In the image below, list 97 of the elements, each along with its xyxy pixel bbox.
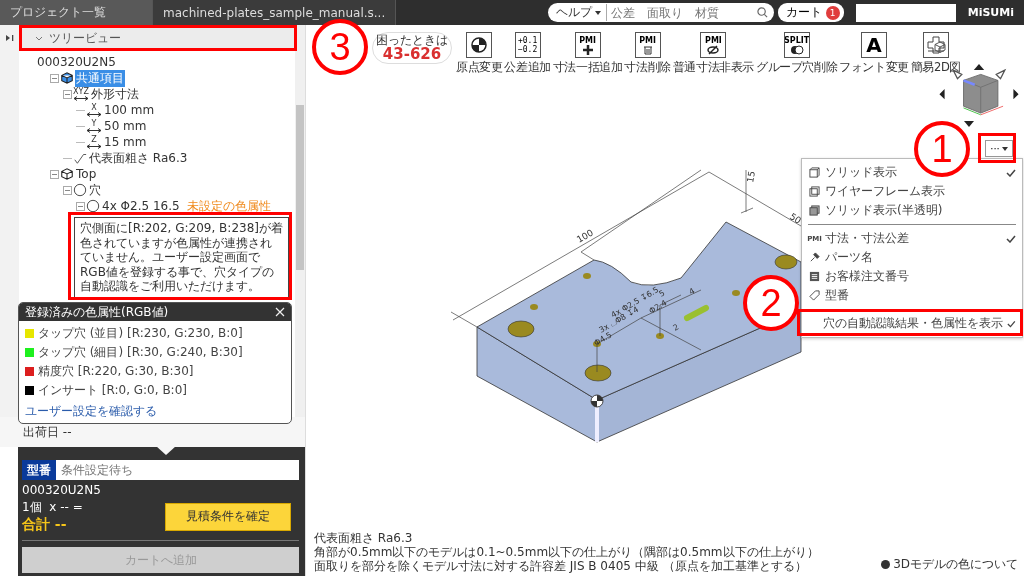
toolbar-button[interactable]: PMI 寸法一括追加 — [552, 32, 623, 75]
hole-annotation: Φ2.4 — [647, 298, 669, 316]
note-text: 代表面粗さ Ra6.3 — [314, 531, 414, 545]
toolbar-button[interactable]: PMI 普通寸法非表示 — [672, 32, 755, 75]
translucent-cube-icon — [809, 205, 820, 216]
overlapping-circles-icon — [789, 44, 804, 55]
pin-icon — [809, 252, 820, 263]
circle-icon — [73, 183, 87, 197]
pmi-label: PMI — [579, 35, 596, 45]
tree-item[interactable]: 外形寸法 — [90, 85, 140, 103]
help-icon — [881, 560, 891, 569]
menu-item[interactable]: お客様注文番号 — [802, 267, 1022, 286]
toolbar-button[interactable]: 簡易2D図 — [910, 32, 962, 75]
menu-item[interactable]: 型番 — [802, 286, 1022, 305]
toolbar-button[interactable]: PMI 寸法削除 — [624, 32, 671, 75]
legend-label: タップ穴 (並目) [R:230, G:230, B:0] — [38, 325, 243, 342]
popup-title: 登録済みの色属性(RGB値) — [25, 303, 169, 321]
toolbar-button[interactable]: SPLIT グループ穴削除 — [756, 32, 838, 75]
hole-annotation: 5 — [657, 288, 667, 299]
note-text: 角部が0.5mm以下のモデルは0.1~0.5mm以下の仕上がり（隅部は0.5mm以下の仕上がり） — [314, 545, 819, 559]
solid-cube-icon — [809, 167, 820, 178]
hole-annotation: 4 — [687, 286, 697, 297]
quantity-text: 1個 x -- = — [22, 499, 83, 516]
menu-item[interactable]: ワイヤーフレーム表示 — [802, 182, 1022, 201]
down-arrow-icon[interactable] — [964, 121, 974, 127]
menu-item[interactable]: パーツ名 — [802, 248, 1022, 267]
cube-icon — [60, 71, 74, 85]
callout-number: 1 — [914, 121, 970, 177]
caret-icon — [1001, 146, 1008, 151]
cross-views-icon — [925, 35, 946, 55]
note-text: 面取りを部分を除くモデル寸法に対する許容差 JIS B 0405 中級 （原点を加工基準とする） — [314, 559, 808, 573]
cart-count-badge: 1 — [825, 5, 840, 20]
pmi-label: PMI — [705, 35, 722, 45]
tree-item[interactable]: 穴 — [88, 181, 102, 199]
account-field[interactable] — [855, 3, 956, 22]
brand-logo: MiSUMi — [967, 6, 1014, 19]
collapse-icon[interactable] — [50, 73, 59, 83]
menu-item[interactable]: ソリッド表示(半透明) — [802, 201, 1022, 220]
legend-label: 精度穴 [R:220, G:30, B:30] — [38, 363, 194, 380]
part-number-label: 型番 — [22, 460, 56, 480]
tree-item[interactable]: 100 mm — [103, 103, 156, 117]
search-icon[interactable] — [756, 7, 768, 18]
legend-label: インサート [R:0, G:0, B:0] — [38, 382, 187, 399]
toolbar-button[interactable]: +0.1 −0.2 公差追加 — [504, 32, 551, 75]
toolbar-button[interactable]: A フォント変更 — [839, 32, 909, 75]
close-icon[interactable] — [275, 307, 285, 317]
plus-icon — [582, 44, 593, 55]
more-options-button[interactable]: ··· — [985, 140, 1013, 157]
tree-item[interactable]: 15 mm — [103, 135, 148, 149]
pmi-label: PMI — [639, 35, 657, 45]
collapse-icon[interactable] — [63, 89, 72, 99]
confirm-button[interactable]: 見積条件を確定 — [165, 502, 291, 531]
tolerance-icon: +0.1 −0.2 — [516, 36, 539, 54]
split-label: SPLIT — [784, 35, 809, 45]
roughness-icon — [73, 151, 87, 165]
document-icon — [809, 271, 820, 282]
chevron-icon — [35, 35, 43, 41]
cart-button[interactable]: カート 1 — [777, 3, 844, 22]
cube-icon[interactable] — [934, 41, 946, 53]
warning-label: 未設定の色属性 — [186, 197, 271, 215]
hidden-eye-icon — [707, 44, 720, 55]
tree-item[interactable]: 50 mm — [103, 119, 148, 133]
breadcrumb-link[interactable]: machined-plates_sample_manual.s... — [153, 0, 397, 25]
search-bar[interactable]: ヘルプ 公差 面取り 材質 — [547, 3, 774, 22]
cube-icon — [60, 167, 74, 181]
caret-icon — [594, 10, 601, 15]
tree-item[interactable]: Top — [75, 167, 98, 181]
part-number: 000320U2N5 — [22, 483, 102, 497]
scrollbar[interactable] — [295, 25, 305, 417]
dimension-label: 100 — [575, 227, 595, 245]
collapse-icon[interactable] — [50, 169, 59, 179]
user-settings-link[interactable]: ユーザー設定を確認する — [25, 403, 285, 420]
tag-icon — [809, 290, 820, 301]
breadcrumb-link[interactable]: プロジェクト一覧 — [0, 0, 153, 25]
font-icon: A — [866, 34, 882, 56]
help-dropdown[interactable]: ヘルプ — [547, 4, 607, 21]
panel-toggle-icon[interactable] — [5, 34, 14, 42]
callout-number: 3 — [312, 19, 368, 75]
collapse-icon[interactable] — [76, 201, 85, 211]
origin-icon — [469, 35, 490, 55]
part-number-field[interactable]: 条件設定待ち — [56, 460, 299, 480]
trash-icon — [642, 44, 653, 55]
wireframe-icon — [809, 186, 820, 197]
hole-annotation: 2 — [671, 322, 681, 333]
tree-root[interactable]: 000320U2N5 — [37, 54, 295, 70]
collapse-icon[interactable] — [63, 185, 72, 195]
legend-label: タップ穴 (細目) [R:30, G:240, B:30] — [38, 344, 243, 361]
highlight-frame — [978, 133, 1016, 163]
circle-icon — [86, 199, 100, 213]
dimension-label: 50 — [787, 211, 803, 226]
tree-item[interactable]: 4x Φ2.5 16.5 — [101, 199, 181, 213]
dimension-label: 15 — [745, 170, 757, 184]
total-price: 合計 -- — [22, 516, 68, 534]
menu-item[interactable]: 穴の自動認識結果・色属性を表示 — [802, 314, 1022, 333]
tree-item[interactable]: 代表面粗さ Ra6.3 — [88, 149, 189, 167]
toolbar-button[interactable]: 原点変更 — [456, 32, 503, 75]
tooltip: 穴側面に[R:202, G:209, B:238]が着色されていますが色属性が連携されていません。ユーザー設定画面でRGB値を登録する事で、穴タイプの自動認識をご利用いただけます。 — [74, 217, 289, 298]
